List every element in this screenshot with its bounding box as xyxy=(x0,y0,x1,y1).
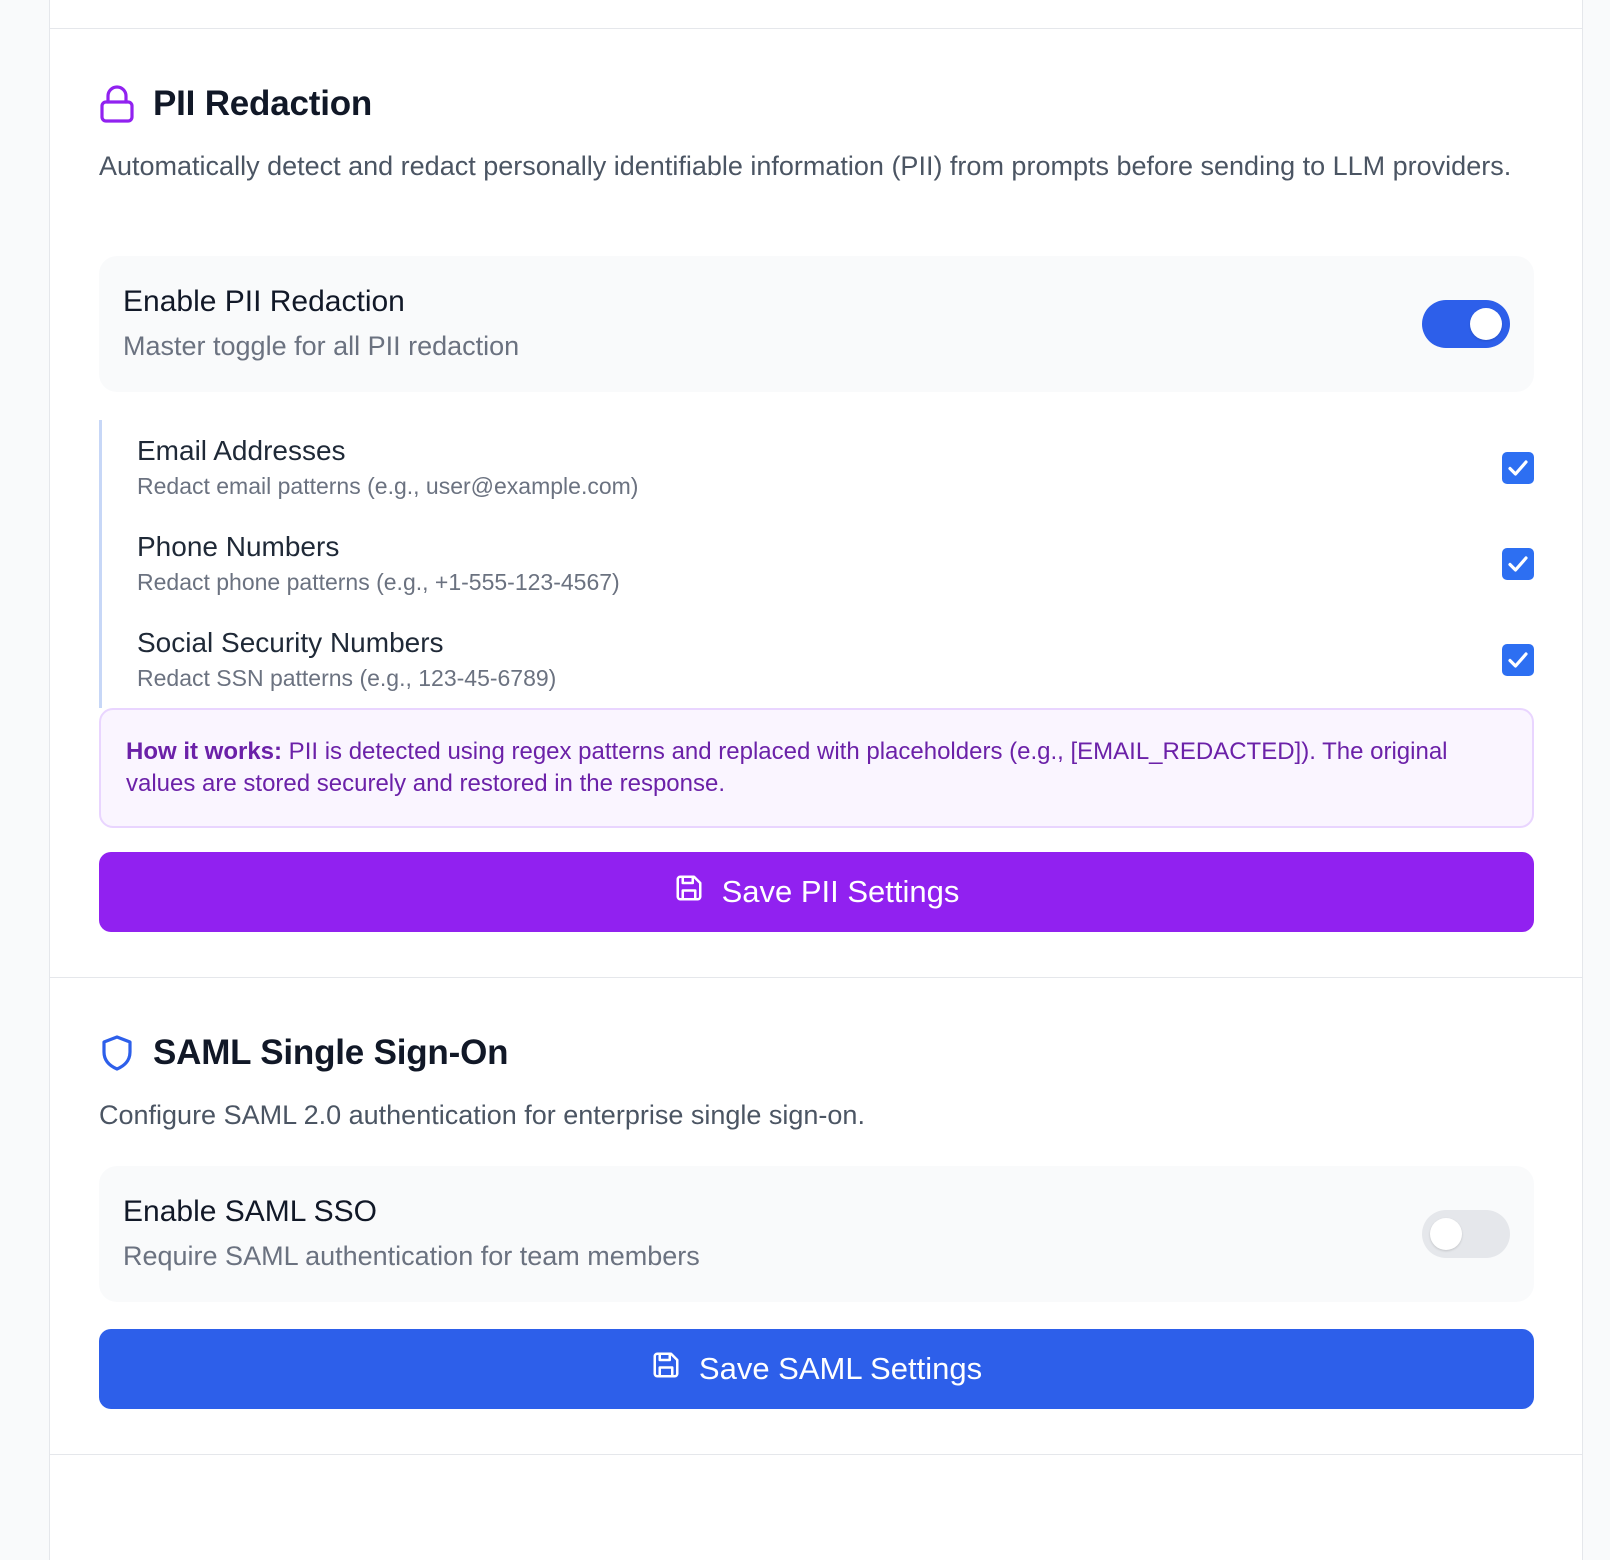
pii-option-email: Email Addresses Redact email patterns (e… xyxy=(137,420,1534,516)
saml-sso-section: SAML Single Sign-On Configure SAML 2.0 a… xyxy=(99,1031,1534,1135)
saml-toggle-title: Enable SAML SSO xyxy=(123,1195,378,1228)
saml-section-description: Configure SAML 2.0 authentication for en… xyxy=(99,1100,865,1130)
pii-master-toggle-text: Enable PII Redaction Master toggle for a… xyxy=(123,282,519,366)
lock-icon xyxy=(99,84,135,124)
pii-info-box: How it works: PII is detected using rege… xyxy=(99,708,1534,828)
saml-toggle-switch[interactable] xyxy=(1422,1210,1510,1258)
option-title: Phone Numbers xyxy=(137,531,340,562)
check-icon xyxy=(1508,652,1528,668)
pii-section-description: Automatically detect and redact personal… xyxy=(99,151,1512,181)
pii-options-list: Email Addresses Redact email patterns (e… xyxy=(99,420,1534,708)
saml-toggle-text: Enable SAML SSO Require SAML authenticat… xyxy=(123,1192,700,1276)
pii-redaction-section: PII Redaction Automatically detect and r… xyxy=(99,82,1534,186)
check-icon xyxy=(1508,460,1528,476)
settings-card: PII Redaction Automatically detect and r… xyxy=(49,0,1583,1560)
saml-section-header: SAML Single Sign-On xyxy=(99,1031,1534,1075)
pii-option-phone: Phone Numbers Redact phone patterns (e.g… xyxy=(137,516,1534,612)
ssn-checkbox[interactable] xyxy=(1502,644,1534,676)
save-pii-settings-button[interactable]: Save PII Settings xyxy=(99,852,1534,932)
pii-master-toggle-subtitle: Master toggle for all PII redaction xyxy=(123,331,520,361)
info-label: How it works: xyxy=(126,738,283,765)
section-divider xyxy=(50,977,1582,978)
pii-save-row: Save PII Settings xyxy=(99,852,1534,932)
option-subtitle: Redact email patterns (e.g., user@exampl… xyxy=(137,473,639,499)
saml-toggle-subtitle: Require SAML authentication for team mem… xyxy=(123,1241,700,1271)
section-divider xyxy=(50,1454,1582,1455)
save-pii-label: Save PII Settings xyxy=(721,874,960,909)
email-checkbox[interactable] xyxy=(1502,452,1534,484)
option-title: Email Addresses xyxy=(137,435,346,466)
pii-master-toggle-title: Enable PII Redaction xyxy=(123,285,405,318)
pii-section-title: PII Redaction xyxy=(153,84,373,123)
save-saml-label: Save SAML Settings xyxy=(698,1351,983,1386)
save-saml-settings-button[interactable]: Save SAML Settings xyxy=(99,1329,1534,1409)
option-subtitle: Redact phone patterns (e.g., +1-555-123-… xyxy=(137,569,620,595)
pii-master-toggle-row: Enable PII Redaction Master toggle for a… xyxy=(99,256,1534,392)
saml-section-title: SAML Single Sign-On xyxy=(153,1033,509,1072)
phone-checkbox[interactable] xyxy=(1502,548,1534,580)
pii-option-ssn: Social Security Numbers Redact SSN patte… xyxy=(137,612,1534,708)
section-divider xyxy=(50,28,1582,29)
info-text: PII is detected using regex patterns and… xyxy=(126,738,1448,797)
check-icon xyxy=(1508,556,1528,572)
saml-toggle-row: Enable SAML SSO Require SAML authenticat… xyxy=(99,1166,1534,1302)
option-subtitle: Redact SSN patterns (e.g., 123-45-6789) xyxy=(137,665,557,691)
shield-icon xyxy=(99,1033,135,1073)
save-icon xyxy=(674,873,704,911)
saml-save-row: Save SAML Settings xyxy=(99,1329,1534,1409)
pii-master-toggle-switch[interactable] xyxy=(1422,300,1510,348)
option-title: Social Security Numbers xyxy=(137,627,444,658)
save-icon xyxy=(651,1350,681,1388)
toggle-knob xyxy=(1470,308,1502,340)
toggle-knob xyxy=(1430,1218,1462,1250)
pii-section-header: PII Redaction xyxy=(99,82,1534,126)
